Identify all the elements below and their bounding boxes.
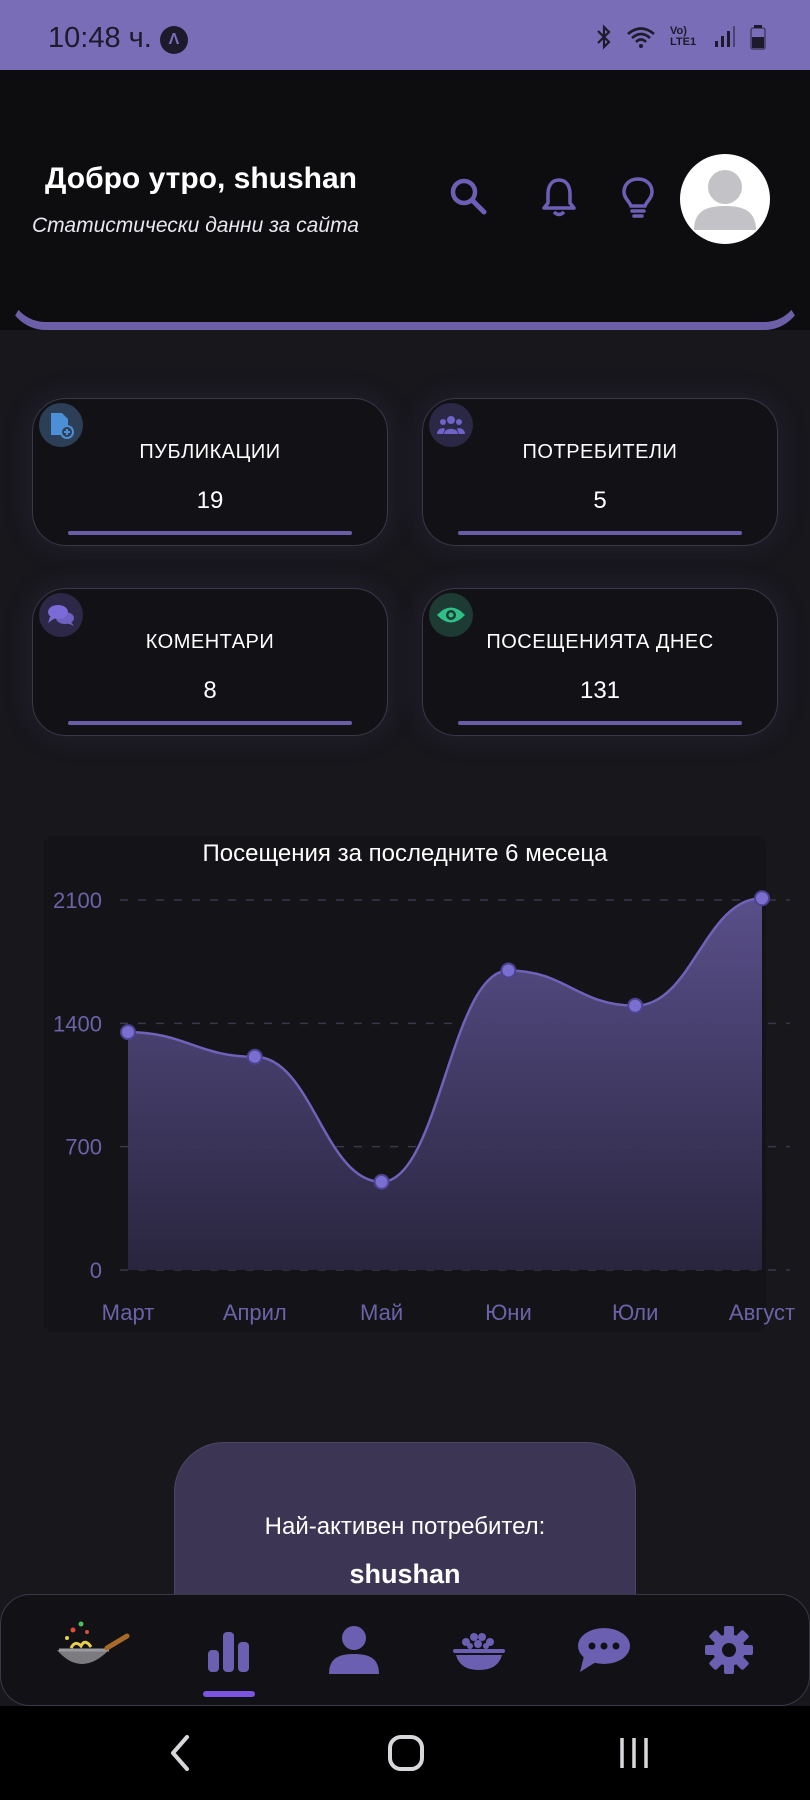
stat-label: ПОСЕЩЕНИЯТА ДНЕС: [486, 631, 714, 653]
stat-label: ПУБЛИКАЦИИ: [139, 441, 281, 463]
tab-chat[interactable]: [564, 1615, 644, 1685]
stat-card-underline: [68, 531, 352, 535]
stat-label: ПОТРЕБИТЕЛИ: [522, 441, 678, 463]
battery-icon: [750, 25, 766, 50]
status-time: 10:48 ч.: [48, 22, 152, 54]
stat-value: 131: [579, 677, 621, 704]
recents-icon[interactable]: [604, 1728, 664, 1778]
chart-point[interactable]: [754, 890, 770, 907]
y-tick-label: 2100: [53, 888, 102, 913]
back-icon[interactable]: [150, 1728, 210, 1778]
most-active-name: shushan: [349, 1559, 461, 1589]
stat-card-underline: [458, 721, 742, 725]
stat-card-underline: [458, 531, 742, 535]
y-tick-label: 700: [65, 1135, 102, 1160]
x-tick-label: Март: [102, 1300, 155, 1325]
stat-card-visits-today[interactable]: ПОСЕЩЕНИЯТА ДНЕС 131: [422, 588, 778, 736]
user-icon: [329, 1626, 379, 1674]
chat-icon: [578, 1628, 630, 1672]
chart-point[interactable]: [627, 997, 644, 1014]
chart-point[interactable]: [500, 962, 517, 979]
x-tick-label: Май: [360, 1300, 403, 1325]
tab-settings[interactable]: [689, 1615, 769, 1685]
x-tick-label: Юни: [485, 1300, 532, 1325]
x-tick-label: Август: [729, 1300, 795, 1325]
stat-value: 5: [593, 487, 607, 514]
stat-card-posts[interactable]: ПУБЛИКАЦИИ 19: [32, 398, 388, 546]
food-bowl-icon: [453, 1633, 505, 1670]
stat-card-users[interactable]: ПОТРЕБИТЕЛИ 5: [422, 398, 778, 546]
y-tick-label: 0: [90, 1258, 102, 1283]
bell-icon[interactable]: [540, 176, 578, 218]
stat-card-comments[interactable]: КОМЕНТАРИ 8: [32, 588, 388, 736]
chart-area: [128, 898, 762, 1270]
tab-recipes[interactable]: [439, 1615, 519, 1685]
header: Добро утро, shushan Статистически данни …: [0, 70, 810, 330]
stat-value: 19: [196, 487, 224, 514]
search-icon[interactable]: [448, 176, 488, 216]
stat-label: КОМЕНТАРИ: [145, 631, 275, 653]
gear-icon: [705, 1626, 753, 1674]
wok-icon: [57, 1621, 130, 1664]
bluetooth-icon: [597, 24, 611, 50]
tab-wok[interactable]: [51, 1615, 131, 1685]
page-subtitle: Статистически данни за сайта: [32, 214, 359, 237]
system-navigation-bar: [0, 1706, 810, 1800]
home-icon[interactable]: [376, 1728, 436, 1778]
network-label: Vo) LTE1: [670, 25, 697, 48]
avatar[interactable]: [680, 154, 770, 244]
most-active-label: Най-активен потребител:: [264, 1513, 546, 1540]
wifi-icon: [627, 27, 655, 48]
chart-point[interactable]: [246, 1048, 263, 1065]
stat-value: 8: [203, 677, 217, 704]
bottom-tab-bar: [0, 1594, 810, 1706]
y-tick-label: 1400: [53, 1011, 102, 1036]
header-divider: [6, 270, 804, 330]
app-notification-icon: Λ: [160, 26, 188, 54]
user-avatar-icon: [694, 170, 756, 230]
signal-icon: [715, 26, 735, 47]
tab-statistics[interactable]: [189, 1615, 269, 1685]
tab-users[interactable]: [314, 1615, 394, 1685]
lightbulb-icon[interactable]: [620, 176, 656, 220]
bar-chart-icon: [208, 1632, 249, 1672]
x-tick-label: Април: [223, 1300, 287, 1325]
status-indicators: Vo) LTE1: [596, 24, 766, 50]
active-tab-indicator: [203, 1691, 255, 1697]
status-bar: 10:48 ч. Λ Vo) LTE1: [0, 0, 810, 70]
chart-point[interactable]: [373, 1173, 390, 1190]
chart-point[interactable]: [120, 1024, 136, 1041]
stat-card-underline: [68, 721, 352, 725]
greeting-title: Добро утро, shushan: [45, 162, 357, 195]
visits-area-chart: 0 700 1400 2100 Март Април Май Юни Юли Август: [53, 888, 795, 1325]
x-tick-label: Юли: [612, 1300, 658, 1325]
